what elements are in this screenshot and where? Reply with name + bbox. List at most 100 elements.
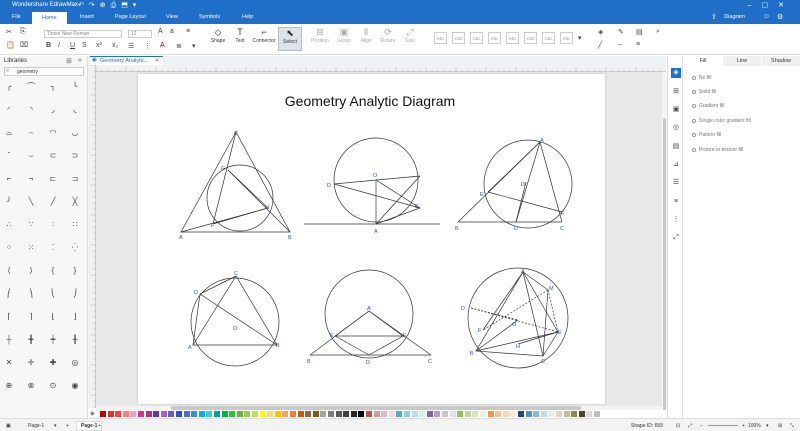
color-swatch[interactable] (578, 411, 585, 417)
library-shape-icon[interactable]: ⌢ (26, 128, 36, 138)
fill-option-gradient[interactable]: Gradient fill (692, 103, 724, 109)
more-icon[interactable]: ▾ (192, 42, 196, 50)
library-shape-icon[interactable]: ⌋ (70, 312, 80, 322)
strikethrough-icon[interactable]: S (82, 42, 87, 49)
color-swatch[interactable] (160, 411, 167, 417)
fit-panel-icon[interactable]: ⤢ (671, 233, 681, 243)
library-search-input[interactable]: geometry (4, 67, 84, 76)
fill-bucket-icon[interactable]: ◈ (90, 410, 95, 417)
library-shape-icon[interactable]: ∷ (70, 220, 80, 230)
color-swatch[interactable] (487, 411, 494, 417)
library-shape-icon[interactable]: ◡ (70, 128, 80, 138)
fill-icon[interactable]: ◈ (598, 28, 603, 36)
fit-page-icon[interactable]: ⊡ (676, 423, 680, 429)
library-shape-icon[interactable]: ╋ (26, 335, 36, 345)
color-swatch[interactable] (115, 411, 122, 417)
radio-button[interactable] (692, 147, 696, 152)
library-shape-icon[interactable]: { (48, 266, 58, 276)
library-shape-icon[interactable]: ∶ (48, 220, 58, 230)
library-shape-icon[interactable]: } (70, 266, 80, 276)
library-shape-icon[interactable]: ⌊ (48, 312, 58, 322)
text-panel-icon[interactable]: ≡ (671, 197, 681, 207)
position-button[interactable]: ⊞ Position (308, 27, 332, 44)
color-swatch[interactable] (388, 411, 395, 417)
color-swatch[interactable] (229, 411, 236, 417)
expand-icon[interactable]: ⤡ (790, 423, 794, 429)
copy-icon[interactable]: ⎘ (20, 28, 26, 36)
library-shape-icon[interactable]: ◎ (70, 358, 80, 368)
connector-tool-button[interactable]: ⌐ Connector (252, 27, 276, 44)
style-preset-6[interactable]: Abc (524, 32, 537, 44)
color-swatch[interactable] (426, 411, 433, 417)
italic-icon[interactable]: I (58, 42, 60, 49)
format-painter-icon[interactable]: ⌧ (20, 41, 28, 49)
color-swatch[interactable] (510, 411, 517, 417)
page-selector[interactable]: Page-1 (28, 423, 44, 429)
color-swatch[interactable] (290, 411, 296, 417)
color-swatch[interactable] (358, 411, 365, 417)
diagram-circle-construction[interactable] (467, 267, 569, 369)
color-swatch[interactable] (100, 411, 106, 417)
color-swatch[interactable] (183, 411, 190, 417)
library-shape-icon[interactable]: ⌈ (4, 312, 14, 322)
library-shape-icon[interactable]: ◠ (48, 128, 58, 138)
text-align-icon[interactable]: ≣ (176, 42, 182, 50)
subscript-icon[interactable]: x₂ (112, 42, 118, 49)
library-shape-icon[interactable]: ⎠ (70, 289, 80, 299)
library-shape-icon[interactable]: ⊂ (48, 151, 58, 161)
color-swatch[interactable] (305, 411, 312, 417)
document-tab[interactable]: Geometry Analytic... ✕ (90, 56, 164, 65)
color-swatch[interactable] (274, 411, 281, 417)
color-swatch[interactable] (396, 411, 403, 417)
style-preset-1[interactable]: Abc (434, 32, 447, 44)
select-tool-button[interactable]: ⬉ Select (278, 27, 302, 51)
zoom-in-icon[interactable]: + (742, 423, 745, 429)
diagram-circle-tangent[interactable] (304, 137, 440, 225)
library-shape-icon[interactable]: ∵ (26, 220, 36, 230)
library-shape-icon[interactable]: ⊙ (48, 381, 58, 391)
library-shape-icon[interactable]: ✛ (26, 358, 36, 368)
library-shape-icon[interactable]: ⊏ (48, 174, 58, 184)
color-swatch[interactable] (495, 411, 502, 417)
panel-tab-fill[interactable]: Fill (684, 56, 722, 66)
share-icon[interactable]: ⇪ (711, 13, 717, 21)
library-shape-icon[interactable]: ⊕ (4, 381, 14, 391)
tab-symbols[interactable]: Symbols (199, 14, 220, 20)
library-shape-icon[interactable]: ╭ (4, 82, 14, 92)
color-swatch[interactable] (472, 411, 479, 417)
style-preset-7[interactable]: Abc (542, 32, 555, 44)
settings-icon[interactable]: ⚙ (777, 13, 783, 21)
library-shape-icon[interactable]: ⟨ (4, 266, 14, 276)
underline-icon[interactable]: U (70, 42, 75, 49)
page-dropdown-icon[interactable]: ▾ (54, 423, 57, 429)
fill-panel-icon[interactable]: ◈ (671, 68, 681, 78)
color-swatch[interactable] (244, 411, 251, 417)
page-layout-icon[interactable]: ▣ (6, 423, 11, 429)
color-swatch[interactable] (442, 411, 448, 417)
color-swatch[interactable] (343, 411, 350, 417)
text-tool-button[interactable]: T Text (228, 27, 252, 44)
library-shape-icon[interactable]: ⟩ (26, 266, 36, 276)
library-shape-icon[interactable]: ┿ (48, 335, 58, 345)
tab-file[interactable]: File (12, 14, 21, 20)
library-shape-icon[interactable]: ⌒ (26, 82, 36, 92)
style-more-icon[interactable]: ▾ (578, 34, 582, 42)
library-shape-icon[interactable]: ⌉ (26, 312, 36, 322)
color-swatch[interactable] (366, 411, 372, 417)
diagram-circle-chord[interactable] (309, 269, 432, 359)
library-shape-icon[interactable]: ◟ (70, 105, 80, 115)
fill-option-pattern[interactable]: Pattern fill (692, 132, 721, 138)
library-shape-icon[interactable]: ╮ (48, 82, 58, 92)
font-size-select[interactable]: 12 (128, 30, 152, 38)
color-swatch[interactable] (411, 411, 418, 417)
diagram-title[interactable]: Geometry Analytic Diagram (285, 93, 455, 109)
tab-insert[interactable]: Insert (80, 14, 94, 20)
library-shape-icon[interactable]: ⌐ (4, 174, 14, 184)
color-swatch[interactable] (282, 411, 289, 417)
diagram-triangle-incircle[interactable] (180, 131, 291, 233)
library-shape-icon[interactable]: ◉ (70, 381, 80, 391)
library-shape-icon[interactable]: ◞ (48, 105, 58, 115)
line-style-icon[interactable]: ┄ (618, 41, 622, 49)
library-shape-icon[interactable]: ╱ (48, 197, 58, 207)
color-swatch[interactable] (373, 411, 380, 417)
